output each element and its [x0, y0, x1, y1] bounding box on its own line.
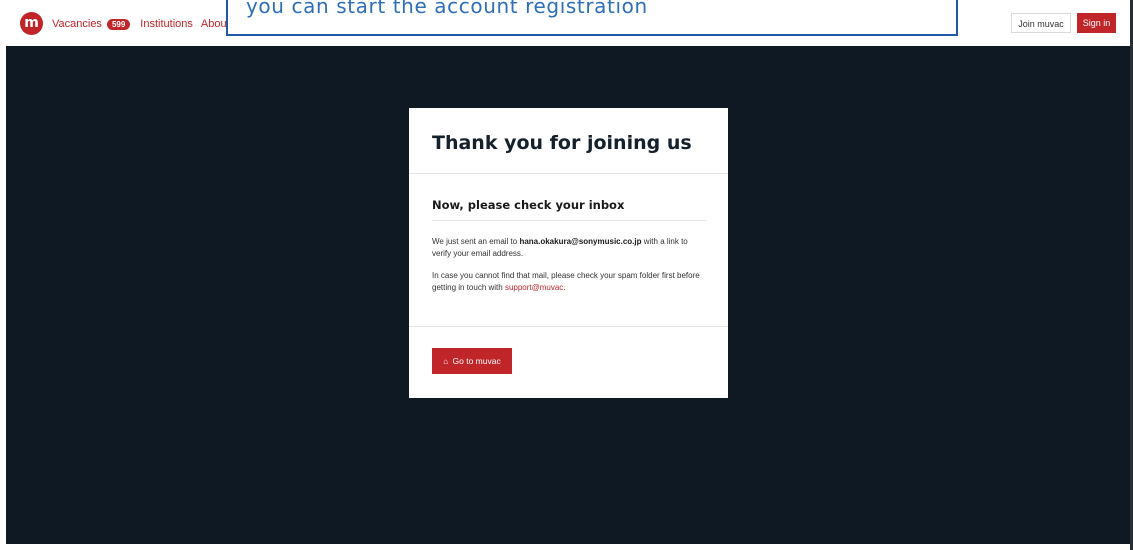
nav-vacancies-link[interactable]: Vacancies: [52, 18, 102, 30]
card-divider-bottom: [409, 326, 728, 327]
email-sent-prefix: We just sent an email to: [432, 237, 520, 246]
subtitle-divider: [432, 220, 706, 221]
sign-in-button[interactable]: Sign in: [1077, 13, 1116, 33]
vacancies-count-badge: 599: [106, 18, 131, 30]
card-title: Thank you for joining us: [432, 132, 692, 154]
top-navigation-bar: m Vacancies 599 Institutions About you c…: [0, 0, 1133, 46]
main-nav: Vacancies 599 Institutions About: [52, 14, 248, 34]
card-divider-top: [409, 173, 728, 174]
user-email: hana.okakura@sonymusic.co.jp: [519, 237, 642, 246]
page-background: Thank you for joining us Now, please che…: [6, 46, 1130, 544]
spam-folder-message: In case you cannot find that mail, pleas…: [432, 270, 704, 294]
spam-message-prefix: In case you cannot find that mail, pleas…: [432, 271, 700, 292]
annotation-callout-box: you can start the account registration: [226, 0, 958, 36]
join-muvac-button[interactable]: Join muvac: [1011, 13, 1071, 33]
muvac-logo[interactable]: m: [20, 12, 43, 35]
annotation-callout-text: you can start the account registration: [246, 0, 648, 18]
card-subtitle: Now, please check your inbox: [432, 198, 625, 212]
nav-institutions-link[interactable]: Institutions: [140, 18, 193, 30]
support-email-link[interactable]: support@muvac: [505, 283, 563, 292]
go-to-muvac-button[interactable]: ⌂ Go to muvac: [432, 348, 512, 374]
confirmation-card: Thank you for joining us Now, please che…: [409, 108, 728, 398]
email-sent-message: We just sent an email to hana.okakura@so…: [432, 236, 704, 260]
spam-message-suffix: .: [563, 283, 566, 292]
go-to-muvac-label: Go to muvac: [452, 356, 501, 366]
home-icon: ⌂: [443, 357, 449, 366]
